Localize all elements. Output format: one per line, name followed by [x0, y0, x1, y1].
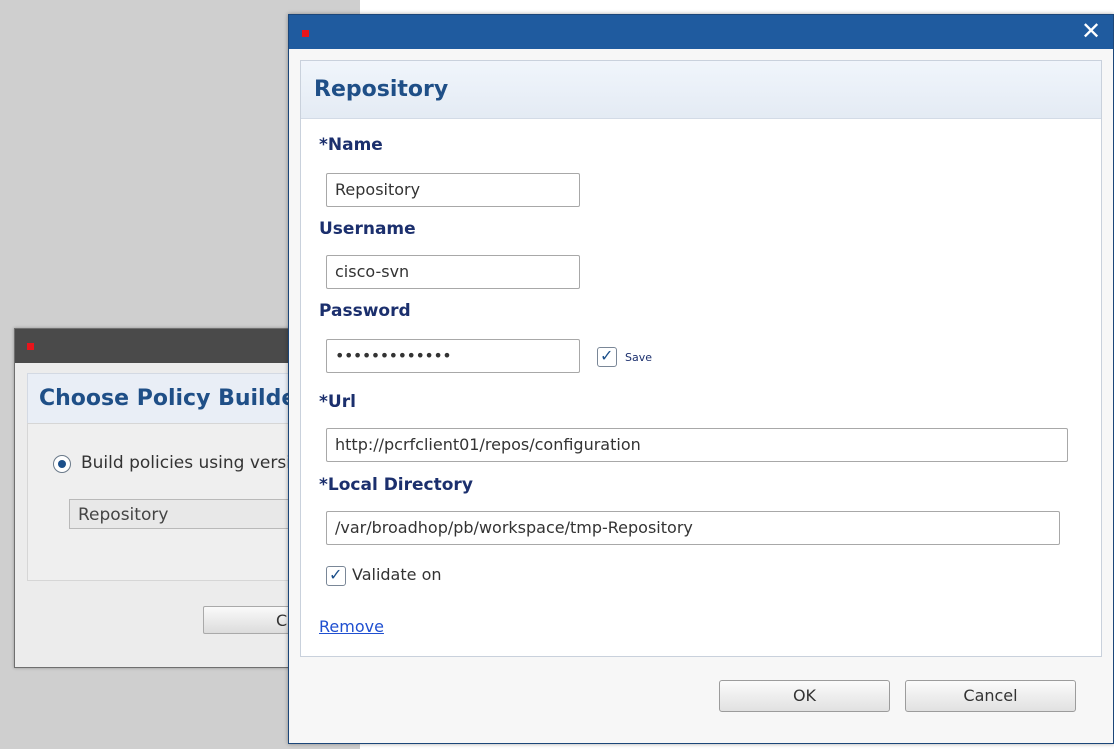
name-input[interactable]: Repository — [326, 173, 580, 207]
password-label: Password — [319, 301, 411, 321]
remove-link[interactable]: Remove — [319, 617, 384, 636]
background-dialog-header: Choose Policy Builder — [27, 373, 316, 425]
checkmark-icon: ✓ — [600, 346, 614, 365]
local-directory-label: *Local Directory — [319, 475, 473, 495]
local-directory-input[interactable]: /var/broadhop/pb/workspace/tmp-Repositor… — [326, 511, 1060, 545]
cancel-button[interactable]: Cancel — [905, 680, 1076, 712]
repository-form: Repository *Name Repository Username cis… — [300, 60, 1102, 657]
background-dialog-title: Choose Policy Builder — [39, 386, 308, 411]
repository-dialog: ✕ Repository *Name Repository Username c… — [288, 14, 1114, 744]
validate-on-checkbox[interactable]: ✓ — [326, 565, 346, 586]
name-label: *Name — [319, 135, 383, 155]
close-icon[interactable]: ✕ — [1079, 18, 1103, 44]
username-input[interactable]: cisco-svn — [326, 255, 580, 289]
checkmark-icon: ✓ — [329, 565, 343, 584]
workspace: Choose Policy Builder Build policies usi… — [0, 0, 1114, 749]
repository-select-value: Repository — [78, 505, 169, 525]
background-dialog-button-label: C — [276, 611, 288, 630]
dialog-titlebar: ✕ — [289, 15, 1113, 49]
save-password-label: Save — [625, 351, 653, 364]
choose-policy-builder-dialog: Choose Policy Builder Build policies usi… — [14, 328, 446, 668]
password-input[interactable]: ••••••••••••• — [326, 339, 580, 373]
build-policies-radio[interactable] — [53, 455, 71, 473]
window-indicator-icon — [302, 30, 309, 37]
save-password-checkbox[interactable]: ✓ — [597, 346, 617, 367]
dialog-header: Repository — [301, 61, 1101, 119]
url-input[interactable]: http://pcrfclient01/repos/configuration — [326, 428, 1068, 462]
background-dialog-titlebar — [15, 329, 315, 363]
ok-button[interactable]: OK — [719, 680, 890, 712]
url-label: *Url — [319, 392, 356, 412]
dialog-title: Repository — [314, 77, 449, 102]
username-label: Username — [319, 219, 416, 239]
window-indicator-icon — [27, 343, 34, 350]
validate-on-label: Validate on — [352, 565, 442, 584]
